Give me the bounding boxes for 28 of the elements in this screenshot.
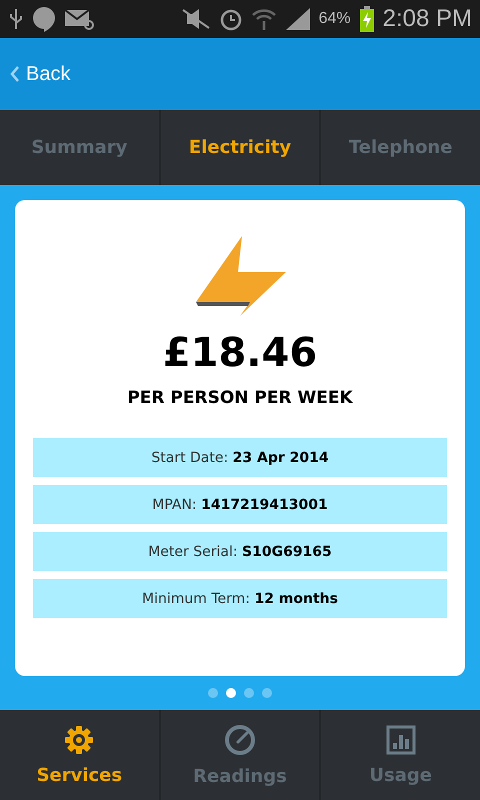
page-indicator-dot[interactable] <box>244 688 254 698</box>
bar-chart-icon <box>386 724 416 754</box>
chevron-left-icon <box>10 65 20 83</box>
detail-row: MPAN: 1417219413001 <box>33 485 447 524</box>
detail-row: Minimum Term: 12 months <box>33 579 447 618</box>
nav-item[interactable]: Services <box>0 710 161 800</box>
wifi-icon <box>250 7 277 31</box>
page-indicator-dot[interactable] <box>208 688 218 698</box>
price-caption: PER PERSON PER WEEK <box>127 388 353 408</box>
clock-time: 2:08 PM <box>382 5 472 33</box>
email-icon <box>64 8 94 30</box>
signal-icon <box>284 7 311 31</box>
gear-icon <box>64 724 94 754</box>
gauge-icon <box>224 724 256 756</box>
alarm-icon <box>218 7 243 31</box>
price-text: £18.46 <box>162 330 318 376</box>
page-indicator-dot[interactable] <box>262 688 272 698</box>
nav-item[interactable]: Readings <box>160 710 322 800</box>
page-indicator-dot[interactable] <box>226 688 236 698</box>
tab[interactable]: Telephone <box>321 110 480 185</box>
mute-icon <box>180 8 211 30</box>
detail-row: Meter Serial: S10G69165 <box>33 532 447 571</box>
chat-bubble-icon <box>32 6 56 32</box>
nav-item[interactable]: Usage <box>321 710 480 800</box>
back-button[interactable]: Back <box>6 58 74 90</box>
battery-percentage: 64% <box>318 10 351 28</box>
battery-icon <box>358 6 375 32</box>
detail-row: Start Date: 23 Apr 2014 <box>33 438 447 477</box>
